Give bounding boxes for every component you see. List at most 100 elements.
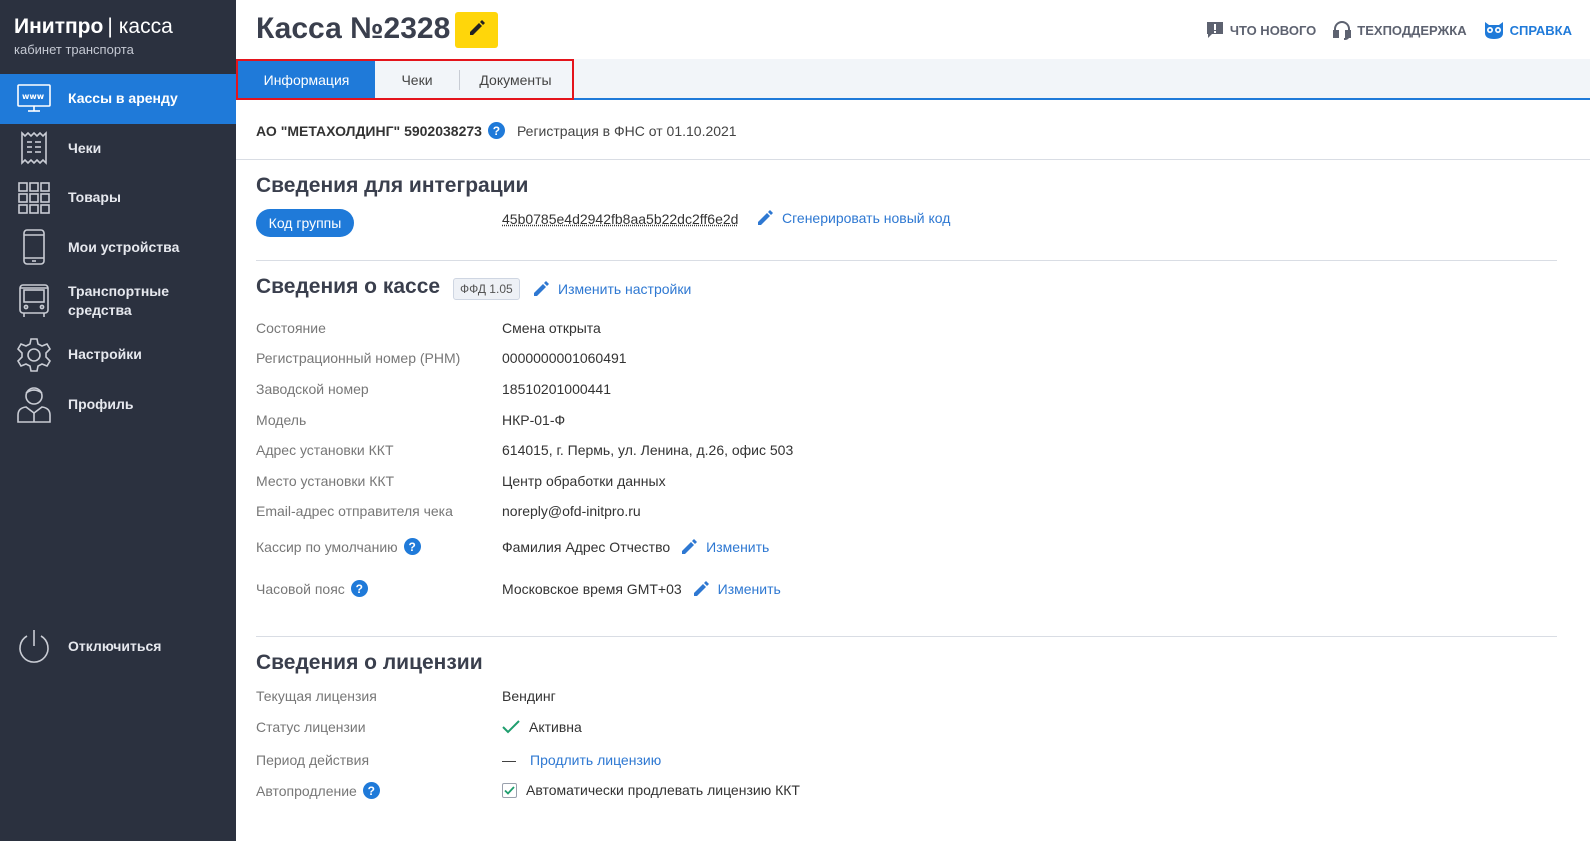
divider [236,159,1590,160]
sidebar-item-vehicles[interactable]: Транспортные средства [0,272,236,330]
gear-icon [16,337,52,373]
group-code-button[interactable]: Код группы [256,209,354,237]
license-status-value: Активна [529,719,582,735]
timezone-value: Московское время GMT+03 [502,581,682,597]
logout-label: Отключиться [68,638,162,655]
regenerate-code-link[interactable]: Сгенерировать новый код [756,209,950,227]
place-label: Место установки ККТ [256,473,395,489]
autorenew-label-row: Автопродление ? [256,782,380,799]
support-label: ТЕХПОДДЕРЖКА [1357,22,1467,38]
sidebar-item-label: Чеки [68,139,102,156]
power-icon [16,629,52,665]
autorenew-checkbox[interactable] [502,782,517,798]
sidebar-item-kassy[interactable]: www Кассы в аренду [0,74,236,124]
pencil-icon [468,19,486,42]
period-row: — Продлить лицензию [502,752,661,768]
logout-button[interactable]: Отключиться [0,622,236,672]
state-label: Состояние [256,320,326,336]
grid-icon [16,180,52,216]
license-title: Сведения о лицензии [256,651,483,674]
autorenew-text: Автоматически продлевать лицензию ККТ [526,782,800,798]
org-name: АО "МЕТАХОЛДИНГ" 5902038273 [256,122,482,139]
license-status-label: Статус лицензии [256,719,366,735]
sidebar-item-tovary[interactable]: Товары [0,173,236,223]
sidebar-item-devices[interactable]: Мои устройства [0,223,236,273]
integration-title: Сведения для интеграции [256,174,529,197]
checkmark-icon [504,785,515,795]
ffd-badge: ФФД 1.05 [453,278,520,300]
bus-icon [16,283,52,319]
place-value: Центр обработки данных [502,473,666,489]
help-question-icon[interactable]: ? [487,122,505,139]
address-label: Адрес установки ККТ [256,442,394,458]
state-value: Смена открыта [502,320,601,336]
current-license-label: Текущая лицензия [256,688,377,704]
help-label: СПРАВКА [1509,22,1572,38]
sidebar: Инитпро | касса кабинет транспорта www Кас… [0,0,236,841]
owl-icon [1484,22,1503,39]
period-label: Период действия [256,752,370,768]
cashier-label-row: Кассир по умолчанию ? [256,538,421,555]
group-code-value[interactable]: 45b0785e4d2942fb8aa5b22dc2ff6e2d [502,211,738,227]
email-value: noreply@ofd-initpro.ru [502,503,641,519]
main-content: АО "МЕТАХОЛДИНГ" 5902038273 ? Регистраци… [236,100,1590,841]
tab-info[interactable]: Информация [238,61,375,98]
change-cashier-label: Изменить [706,539,770,555]
help-question-icon[interactable]: ? [350,580,368,597]
whats-new-label: ЧТО НОВОГО [1229,22,1317,38]
serial-value: 18510201000441 [502,381,612,397]
sidebar-item-profile[interactable]: Профиль [0,380,236,430]
timezone-label-row: Часовой пояс ? [256,580,368,597]
whats-new-link[interactable]: ЧТО НОВОГО [1205,20,1316,40]
registration-date: Регистрация в ФНС от 01.10.2021 [516,122,737,139]
receipt-icon [16,130,52,166]
org-info: АО "МЕТАХОЛДИНГ" 5902038273 ? Регистраци… [256,122,737,139]
extend-license-link[interactable]: Продлить лицензию [530,752,661,768]
sidebar-nav: www Кассы в аренду Чеки Товары Мои устро… [0,74,236,429]
checkmark-icon [502,720,520,734]
address-value: 614015, г. Пермь, ул. Ленина, д.26, офис… [502,442,794,458]
license-status-row: Активна [502,719,582,735]
smartphone-icon [16,229,52,266]
cashier-value-row: Фамилия Адрес Отчество Изменить [502,538,769,556]
rnm-value: 0000000001060491 [502,350,627,366]
sidebar-item-label: Кассы в аренду [68,90,178,107]
sidebar-item-label: Профиль [68,395,134,412]
change-cashier-link[interactable]: Изменить [680,538,769,556]
header-links: ЧТО НОВОГО ТЕХПОДДЕРЖКА СПРАВКА [1189,20,1572,40]
svg-text:www: www [22,92,45,101]
headset-icon [1333,21,1352,40]
sidebar-item-label: Транспортные средства [68,283,170,318]
divider [256,260,1557,261]
timezone-label: Часовой пояс [256,580,345,597]
help-question-icon[interactable]: ? [403,538,421,555]
tab-receipts[interactable]: Чеки [375,61,459,98]
change-settings-label: Изменить настройки [558,281,692,297]
period-value: — [502,752,516,768]
autorenew-label: Автопродление [256,782,357,799]
logo[interactable]: Инитпро | касса кабинет транспорта [14,14,173,57]
divider [256,636,1557,637]
model-value: НКР-01-Ф [502,412,566,428]
support-link[interactable]: ТЕХПОДДЕРЖКА [1332,20,1467,40]
change-timezone-link[interactable]: Изменить [692,580,781,598]
logo-product: касса [118,15,173,38]
sidebar-item-label: Товары [68,189,121,206]
pencil-icon [758,210,773,225]
cashier-value: Фамилия Адрес Отчество [502,539,671,555]
help-link[interactable]: СПРАВКА [1483,20,1572,40]
change-settings-link[interactable]: Изменить настройки [532,280,691,298]
sidebar-item-settings[interactable]: Настройки [0,330,236,380]
pencil-icon [682,539,698,554]
message-alert-icon [1206,22,1223,38]
help-question-icon[interactable]: ? [362,782,380,799]
sidebar-item-cheki[interactable]: Чеки [0,124,236,174]
serial-label: Заводской номер [256,381,369,397]
pencil-icon [534,281,549,296]
email-label: Email-адрес отправителя чека [256,503,453,519]
edit-title-button[interactable] [455,12,498,48]
tab-documents[interactable]: Документы [459,61,572,98]
sidebar-item-label: Мои устройства [68,238,180,255]
timezone-value-row: Московское время GMT+03 Изменить [502,580,781,598]
user-icon [16,386,52,424]
